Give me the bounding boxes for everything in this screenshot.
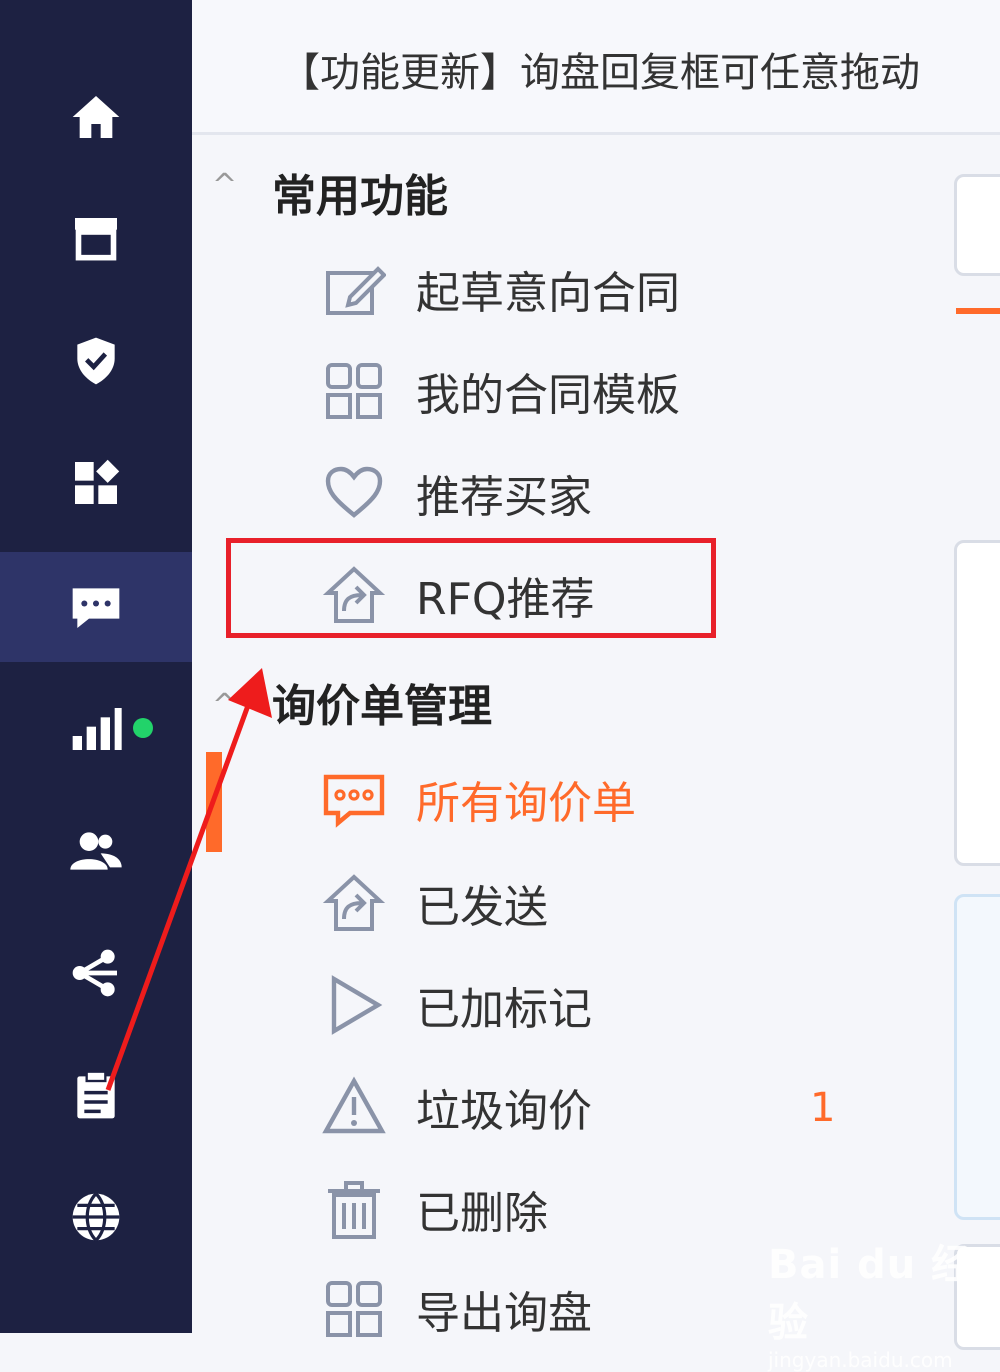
menu-item-label: 已加标记 (416, 984, 592, 1035)
spam-count-badge: 1 (810, 1085, 836, 1131)
house-arrow-icon (322, 874, 386, 931)
menu-item-label: 垃圾询价 (416, 1086, 592, 1137)
collapse-caret-inquiry[interactable]: ^ (212, 688, 237, 723)
clipboard-icon (77, 1070, 115, 1119)
warning-icon (322, 1076, 386, 1134)
menu-item-label: 起草意向合同 (416, 268, 680, 319)
nav-rail (0, 0, 192, 1333)
apps-icon (75, 459, 120, 504)
heart-icon (325, 466, 383, 518)
menu-item-label: 已删除 (416, 1188, 548, 1239)
message-icon (323, 774, 385, 828)
menu-item-draft-contract[interactable]: 起草意向合同 (322, 244, 680, 334)
users-icon (70, 832, 122, 870)
nav-home[interactable] (0, 62, 192, 172)
watermark-logo: Bai du 经验 (768, 1242, 973, 1346)
menu-item-export[interactable]: 导出询盘 (322, 1264, 592, 1354)
nav-security[interactable] (0, 306, 192, 416)
nav-messages[interactable] (0, 552, 192, 662)
store-icon (75, 218, 117, 261)
menu-item-label: 导出询盘 (416, 1288, 592, 1339)
menu-item-label: 推荐买家 (416, 472, 592, 523)
active-indicator (206, 752, 222, 852)
grid-icon (326, 363, 382, 419)
grid-icon (326, 1281, 382, 1337)
menu-item-flagged[interactable]: 已加标记 (322, 960, 592, 1050)
content-card-edge (954, 540, 1000, 866)
watermark-url: jingyan.baidu.com (768, 1348, 953, 1372)
nav-store[interactable] (0, 184, 192, 294)
globe-icon (72, 1192, 120, 1242)
nav-orders[interactable] (0, 1040, 192, 1150)
announcement-text[interactable]: 【功能更新】询盘回复框可任意拖动 (280, 40, 920, 98)
menu-item-contract-templates[interactable]: 我的合同模板 (322, 346, 680, 436)
stats-icon (72, 708, 122, 750)
status-dot (133, 718, 153, 738)
nav-global[interactable] (0, 1162, 192, 1272)
trash-icon (328, 1181, 380, 1239)
network-icon (72, 949, 117, 997)
shield-icon (77, 337, 115, 385)
menu-item-sent[interactable]: 已发送 (322, 858, 548, 948)
watermark: Bai du 经验 jingyan.baidu.com (768, 1232, 1000, 1372)
menu-item-label: 所有询价单 (416, 778, 636, 829)
nav-stats[interactable] (0, 674, 192, 784)
menu-item-spam[interactable]: 垃圾询价 (322, 1062, 592, 1152)
announcement-banner[interactable]: 【功能更新】询盘回复框可任意拖动 (192, 0, 1000, 135)
collapse-caret-common[interactable]: ^ (212, 168, 237, 203)
nav-customers[interactable] (0, 796, 192, 906)
section-title-inquiry[interactable]: 询价单管理 (272, 670, 492, 734)
tab-indicator (956, 308, 1000, 314)
menu-item-all-inquiries[interactable]: 所有询价单 (322, 754, 636, 844)
main-panel: 【功能更新】询盘回复框可任意拖动 ^ 常用功能 起草意向合同 我的合同模板 推荐… (192, 0, 1000, 1350)
edit-icon (326, 266, 386, 315)
menu-item-recommended-buyers[interactable]: 推荐买家 (322, 448, 592, 538)
menu-item-label: 已发送 (416, 882, 548, 933)
chat-icon (72, 588, 120, 628)
home-icon (72, 96, 120, 138)
menu-item-label: 我的合同模板 (416, 370, 680, 421)
nav-network[interactable] (0, 918, 192, 1028)
section-title-common[interactable]: 常用功能 (272, 160, 448, 224)
flag-icon (331, 975, 383, 1035)
menu-item-deleted[interactable]: 已删除 (322, 1164, 548, 1254)
info-card-edge (954, 894, 1000, 1220)
nav-apps[interactable] (0, 428, 192, 538)
highlight-box (226, 538, 716, 638)
search-box-edge[interactable] (954, 174, 1000, 276)
